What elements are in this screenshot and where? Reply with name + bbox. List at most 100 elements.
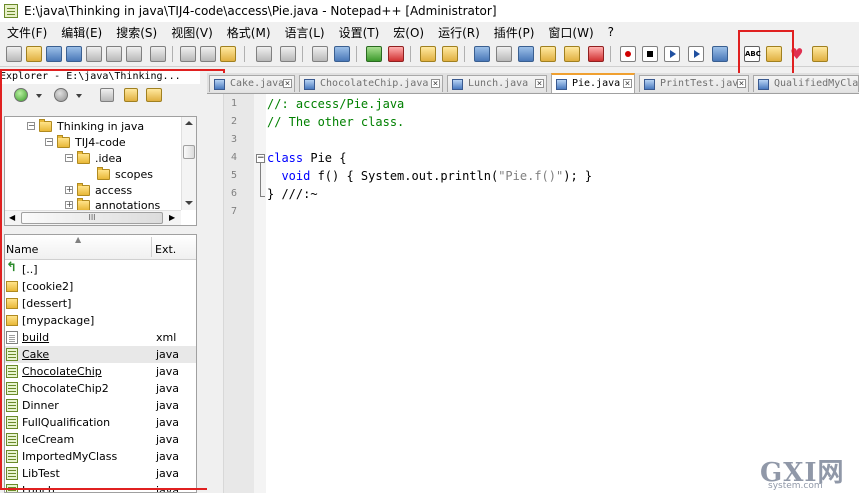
back-arrow-icon[interactable] bbox=[14, 88, 28, 102]
file-row-cookie2[interactable]: [cookie2] bbox=[5, 278, 196, 295]
menu-edit[interactable]: 编辑(E) bbox=[54, 24, 109, 41]
spellcheck-icon[interactable]: ABC bbox=[744, 46, 761, 62]
print-preview-icon[interactable] bbox=[150, 46, 166, 62]
tree-item-idea[interactable]: − .idea bbox=[65, 150, 122, 166]
file-row-dessert[interactable]: [dessert] bbox=[5, 295, 196, 312]
collapse-icon[interactable]: − bbox=[27, 122, 35, 130]
zoom-out-icon[interactable] bbox=[388, 46, 404, 62]
collapse-icon[interactable]: − bbox=[45, 138, 53, 146]
scroll-left-icon[interactable]: ◀ bbox=[9, 213, 15, 222]
close-all-icon[interactable] bbox=[106, 46, 122, 62]
tree-item-thinking-in-java[interactable]: − Thinking in java bbox=[27, 118, 144, 134]
column-header-name[interactable]: Name bbox=[6, 243, 38, 256]
user-defined-language-icon[interactable] bbox=[540, 46, 556, 62]
collapse-icon[interactable]: − bbox=[65, 154, 73, 162]
menu-file[interactable]: 文件(F) bbox=[0, 24, 54, 41]
save-all-icon[interactable] bbox=[66, 46, 82, 62]
file-row-importedmyclass[interactable]: ImportedMyClass java bbox=[5, 448, 196, 465]
open-folder-icon[interactable] bbox=[146, 88, 162, 102]
run-macro-multiple-icon[interactable] bbox=[688, 46, 704, 62]
document-map-icon[interactable] bbox=[564, 46, 580, 62]
function-list-icon[interactable] bbox=[588, 46, 604, 62]
tab-chocolatechip[interactable]: ChocolateChip.java × bbox=[299, 75, 443, 92]
new-file-explorer-icon[interactable] bbox=[100, 88, 114, 102]
file-row-chocolatechip2[interactable]: ChocolateChip2 java bbox=[5, 380, 196, 397]
word-wrap-icon[interactable] bbox=[474, 46, 490, 62]
tree-item-tij4-code[interactable]: − TIJ4-code bbox=[45, 134, 126, 150]
cut-icon[interactable] bbox=[180, 46, 196, 62]
menu-window[interactable]: 窗口(W) bbox=[541, 24, 600, 41]
record-macro-icon[interactable] bbox=[620, 46, 636, 62]
favorites-heart-icon[interactable] bbox=[790, 46, 806, 62]
file-row-lunch[interactable]: Lunch java bbox=[5, 482, 196, 492]
file-row-icecream[interactable]: IceCream java bbox=[5, 431, 196, 448]
expand-icon[interactable]: + bbox=[65, 186, 73, 194]
close-tab-icon[interactable]: × bbox=[431, 79, 440, 89]
copy-icon[interactable] bbox=[200, 46, 216, 62]
tab-printtest[interactable]: PrintTest.java × bbox=[639, 75, 749, 92]
menu-format[interactable]: 格式(M) bbox=[220, 24, 278, 41]
back-dropdown-icon[interactable] bbox=[36, 94, 42, 98]
menu-view[interactable]: 视图(V) bbox=[164, 24, 220, 41]
close-tab-icon[interactable]: × bbox=[623, 79, 632, 89]
play-macro-icon[interactable] bbox=[664, 46, 680, 62]
print-icon[interactable] bbox=[126, 46, 142, 62]
undo-icon[interactable] bbox=[256, 46, 272, 62]
scroll-down-icon[interactable] bbox=[185, 201, 193, 205]
tab-cake[interactable]: Cake.java × bbox=[209, 75, 295, 92]
tree-horizontal-scrollbar[interactable]: ◀ III ▶ bbox=[5, 210, 181, 225]
forward-dropdown-icon[interactable] bbox=[76, 94, 82, 98]
find-icon[interactable] bbox=[312, 46, 328, 62]
save-macro-icon[interactable] bbox=[712, 46, 728, 62]
column-divider[interactable] bbox=[151, 237, 152, 257]
menu-help[interactable]: ? bbox=[601, 25, 621, 39]
code-editor[interactable]: 1 2 3 4 5 6 7 − //: access/Pie.java // T… bbox=[224, 94, 859, 493]
file-row-build[interactable]: build xml bbox=[5, 329, 196, 346]
menu-search[interactable]: 搜索(S) bbox=[109, 24, 164, 41]
sync-horizontal-icon[interactable] bbox=[442, 46, 458, 62]
paste-icon[interactable] bbox=[220, 46, 236, 62]
tab-lunch[interactable]: Lunch.java × bbox=[447, 75, 547, 92]
menu-run[interactable]: 运行(R) bbox=[431, 24, 487, 41]
tree-item-scopes[interactable]: scopes bbox=[97, 166, 153, 182]
file-row-libtest[interactable]: LibTest java bbox=[5, 465, 196, 482]
close-icon[interactable] bbox=[86, 46, 102, 62]
forward-arrow-icon[interactable] bbox=[54, 88, 68, 102]
tree-vscroll-thumb[interactable] bbox=[183, 145, 195, 159]
new-folder-icon[interactable] bbox=[124, 88, 138, 102]
tab-pie[interactable]: Pie.java × bbox=[551, 73, 635, 93]
zoom-in-icon[interactable] bbox=[366, 46, 382, 62]
file-row-mypackage[interactable]: [mypackage] bbox=[5, 312, 196, 329]
file-list[interactable]: ▲ Name Ext. [..] [cookie2] [dessert] [my… bbox=[4, 234, 197, 493]
show-all-chars-icon[interactable] bbox=[496, 46, 512, 62]
tree-vertical-scrollbar[interactable] bbox=[181, 117, 196, 210]
stop-record-icon[interactable] bbox=[642, 46, 658, 62]
folder-tree[interactable]: − Thinking in java − TIJ4-code − .idea s… bbox=[4, 116, 197, 226]
file-row-fullqualification[interactable]: FullQualification java bbox=[5, 414, 196, 431]
close-tab-icon[interactable]: × bbox=[737, 79, 746, 89]
new-file-icon[interactable] bbox=[6, 46, 22, 62]
menu-plugins[interactable]: 插件(P) bbox=[487, 24, 542, 41]
replace-icon[interactable] bbox=[334, 46, 350, 62]
nppexec-icon[interactable] bbox=[812, 46, 828, 62]
open-file-icon[interactable] bbox=[26, 46, 42, 62]
menu-language[interactable]: 语言(L) bbox=[278, 24, 332, 41]
tab-qualifiedmyclass[interactable]: QualifiedMyClass bbox=[753, 75, 859, 92]
indent-guide-icon[interactable] bbox=[518, 46, 534, 62]
scroll-up-icon[interactable] bbox=[185, 121, 193, 125]
panel-splitter[interactable] bbox=[207, 94, 224, 493]
expand-icon[interactable]: + bbox=[65, 201, 73, 209]
file-row-chocolatechip[interactable]: ChocolateChip java bbox=[5, 363, 196, 380]
redo-icon[interactable] bbox=[280, 46, 296, 62]
sync-vertical-icon[interactable] bbox=[420, 46, 436, 62]
scroll-right-icon[interactable]: ▶ bbox=[169, 213, 175, 222]
close-tab-icon[interactable]: × bbox=[535, 79, 544, 89]
file-row-dinner[interactable]: Dinner java bbox=[5, 397, 196, 414]
menu-settings[interactable]: 设置(T) bbox=[332, 24, 387, 41]
menu-macro[interactable]: 宏(O) bbox=[386, 24, 431, 41]
close-tab-icon[interactable]: × bbox=[283, 79, 292, 89]
tree-item-access[interactable]: + access bbox=[65, 182, 132, 198]
file-row-cake[interactable]: Cake java bbox=[5, 346, 196, 363]
tree-hscroll-thumb[interactable]: III bbox=[21, 212, 163, 224]
fold-collapse-icon[interactable]: − bbox=[256, 154, 265, 163]
